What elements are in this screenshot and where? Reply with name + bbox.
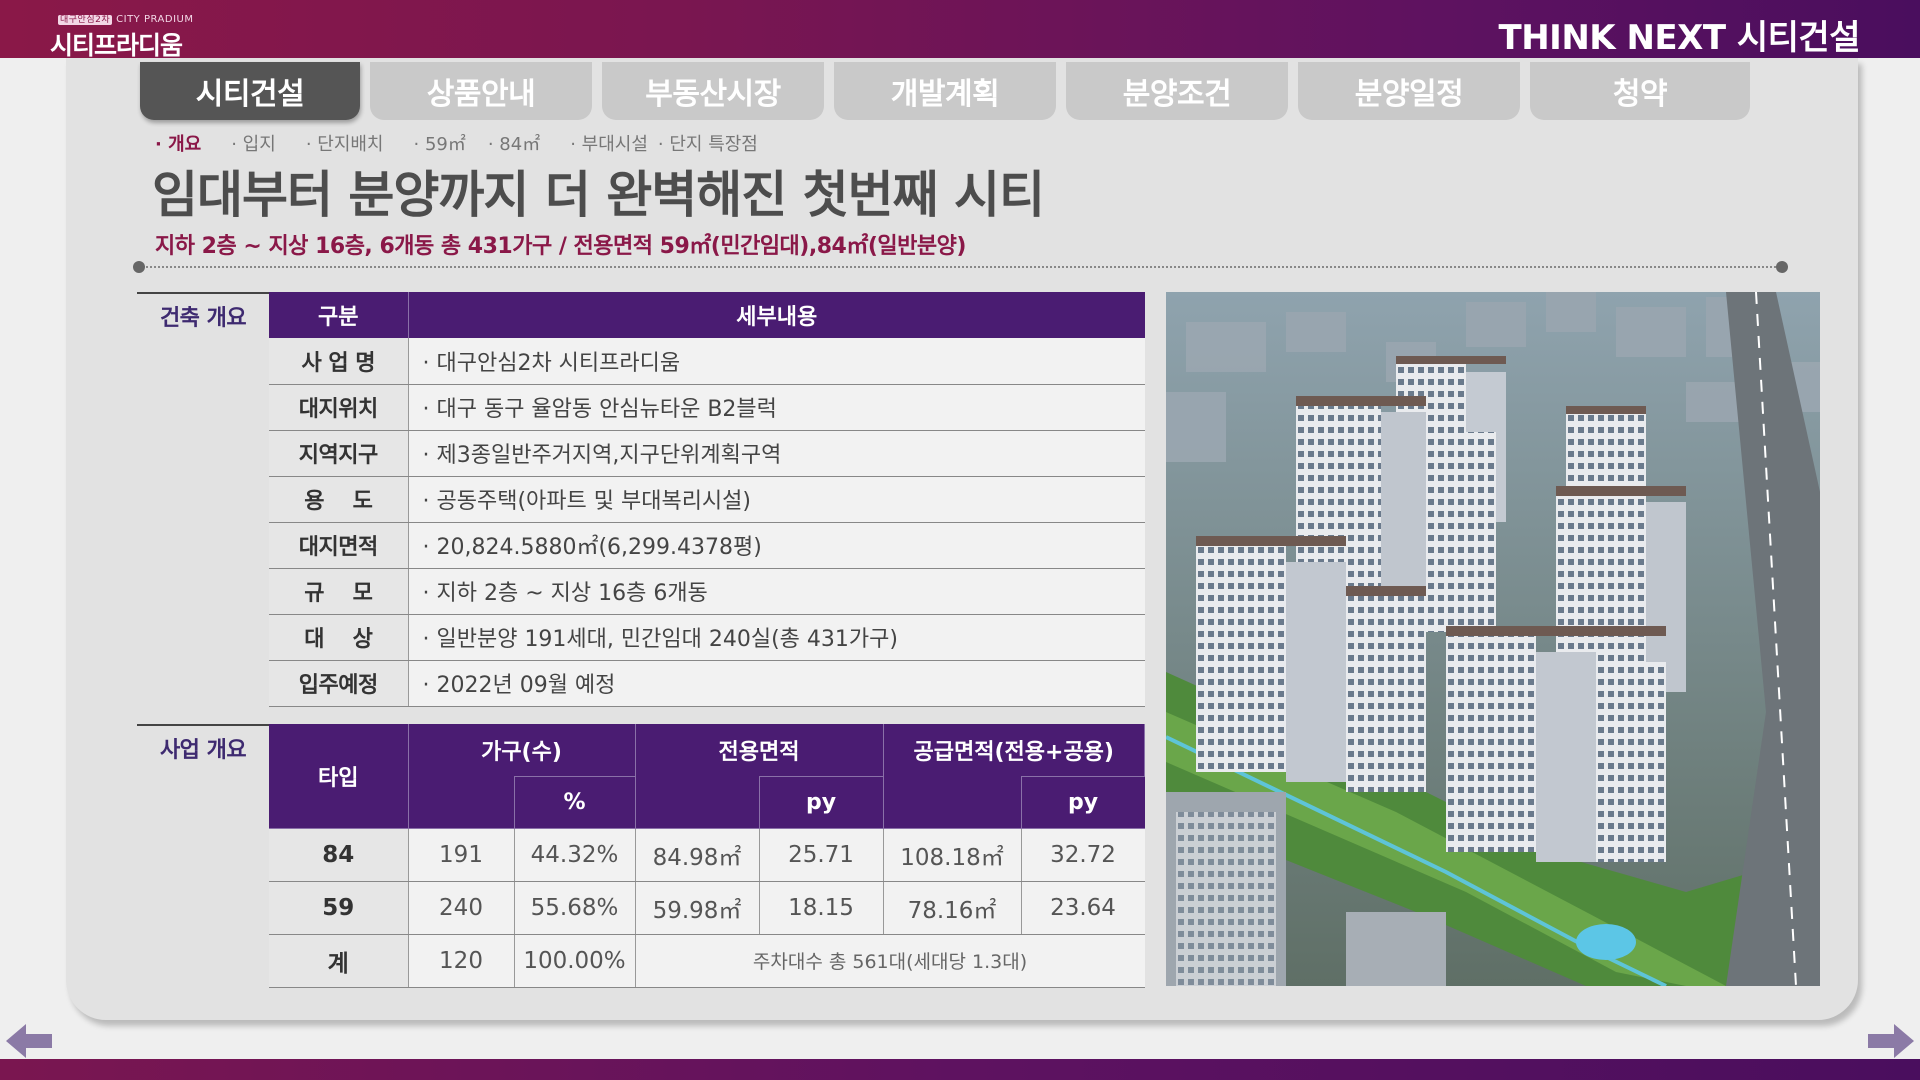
- table-row: 대지위치 · 대구 동구 율암동 안심뉴타운 B2블럭: [269, 384, 1145, 431]
- page-headline: 임대부터 분양까지 더 완벽해진 첫번째 시티: [152, 166, 1045, 224]
- header-units: 가구(수): [408, 724, 636, 776]
- row-key: 대지위치: [269, 384, 409, 431]
- prev-arrow-icon[interactable]: [6, 1022, 52, 1060]
- table-row: 84 191 44.32% 84.98㎡ 25.71 108.18㎡ 32.72: [269, 828, 1145, 882]
- subnav-location[interactable]: · 입지: [231, 130, 276, 156]
- row-key: 대지면적: [269, 522, 409, 569]
- table-row: 입주예정 · 2022년 09월 예정: [269, 660, 1145, 707]
- cell-type: 84: [269, 828, 409, 882]
- tab-sale-schedule[interactable]: 분양일정: [1298, 62, 1520, 120]
- row-value: · 대구 동구 율암동 안심뉴타운 B2블럭: [408, 384, 1145, 431]
- city-pradium-logo[interactable]: 대구안심2차 CITY PRADIUM 시티프라디움: [50, 8, 193, 60]
- row-value: · 공동주택(아파트 및 부대복리시설): [408, 476, 1145, 523]
- row-key: 규 모: [269, 568, 409, 615]
- subnav-84[interactable]: · 84㎡: [488, 130, 540, 156]
- section-label-business: 사업 개요: [137, 724, 269, 764]
- brand-slogan: THINK NEXT 시티건설: [1498, 18, 1861, 58]
- cell-percent: 55.68%: [514, 881, 636, 935]
- logo-tag: 대구안심2차: [58, 15, 113, 25]
- row-value: · 지하 2층 ~ 지상 16층 6개동: [408, 568, 1145, 615]
- subnav-features[interactable]: · 단지 특장점: [658, 130, 758, 156]
- table-row: 규 모 · 지하 2층 ~ 지상 16층 6개동: [269, 568, 1145, 615]
- header-type: 타입: [269, 724, 409, 829]
- table-row: 지역지구 · 제3종일반주거지역,지구단위계획구역: [269, 430, 1145, 477]
- subnav-layout[interactable]: · 단지배치: [306, 130, 384, 156]
- logo-main-text: 시티프라디움: [50, 31, 183, 60]
- table-row: 용 도 · 공동주택(아파트 및 부대복리시설): [269, 476, 1145, 523]
- cell-percent: 100.00%: [514, 934, 636, 988]
- page-subline: 지하 2층 ~ 지상 16층, 6개동 총 431가구 / 전용면적 59㎡(민…: [155, 234, 966, 259]
- table-row: 대 상 · 일반분양 191세대, 민간임대 240실(총 431가구): [269, 614, 1145, 661]
- next-arrow-icon[interactable]: [1868, 1022, 1914, 1060]
- subnav-59[interactable]: · 59㎡: [414, 130, 466, 156]
- cell-supply: 108.18㎡: [883, 828, 1022, 882]
- table-row: 59 240 55.68% 59.98㎡ 18.15 78.16㎡ 23.64: [269, 881, 1145, 935]
- logo-subtitle: 대구안심2차 CITY PRADIUM: [58, 12, 193, 25]
- header-blank: [635, 776, 759, 829]
- tab-city-construction[interactable]: 시티건설: [140, 62, 360, 120]
- top-header-bar: 대구안심2차 CITY PRADIUM 시티프라디움 THINK NEXT 시티건…: [0, 0, 1920, 60]
- tab-sale-conditions[interactable]: 분양조건: [1066, 62, 1288, 120]
- row-value: · 대구안심2차 시티프라디움: [408, 338, 1145, 385]
- complex-aerial-image: [1166, 292, 1820, 986]
- cell-units: 120: [408, 934, 515, 988]
- row-key: 대 상: [269, 614, 409, 661]
- row-key: 사 업 명: [269, 338, 409, 385]
- tab-development-plan[interactable]: 개발계획: [834, 62, 1056, 120]
- header-blank: [408, 776, 514, 829]
- tab-subscription[interactable]: 청약: [1530, 62, 1750, 120]
- tab-product-info[interactable]: 상품안내: [370, 62, 592, 120]
- section-label-building: 건축 개요: [137, 292, 269, 332]
- cell-type: 계: [269, 934, 409, 988]
- table-row: 대지면적 · 20,824.5880㎡(6,299.4378평): [269, 522, 1145, 569]
- row-value: · 2022년 09월 예정: [408, 660, 1145, 707]
- cell-type: 59: [269, 881, 409, 935]
- table-header-row: 타입 가구(수) 전용면적 공급면적(전용+공용): [269, 724, 1145, 829]
- cell-supply-py: 23.64: [1021, 881, 1145, 935]
- cell-exclusive-py: 25.71: [759, 828, 884, 882]
- aerial-illustration: [1166, 292, 1820, 986]
- cell-exclusive: 59.98㎡: [635, 881, 760, 935]
- divider-dot-right: [1776, 261, 1788, 273]
- row-key: 입주예정: [269, 660, 409, 707]
- header-exclusive-area: 전용면적: [635, 724, 884, 776]
- logo-small-text: CITY PRADIUM: [116, 14, 194, 25]
- row-key: 지역지구: [269, 430, 409, 477]
- header-category: 구분: [269, 292, 409, 338]
- row-value: · 20,824.5880㎡(6,299.4378평): [408, 522, 1145, 569]
- row-value: · 제3종일반주거지역,지구단위계획구역: [408, 430, 1145, 477]
- tab-real-estate-market[interactable]: 부동산시장: [602, 62, 824, 120]
- cell-supply-py: 32.72: [1021, 828, 1145, 882]
- header-blank: [883, 776, 1021, 829]
- cell-supply: 78.16㎡: [883, 881, 1022, 935]
- header-percent: %: [513, 775, 636, 829]
- header-py-supply: py: [1020, 775, 1145, 829]
- cell-percent: 44.32%: [514, 828, 636, 882]
- bottom-bar: [0, 1059, 1920, 1080]
- table-row-total: 계 120 100.00% 주차대수 총 561대(세대당 1.3대): [269, 934, 1145, 988]
- row-key: 용 도: [269, 476, 409, 523]
- main-nav-tabs: 시티건설 상품안내 부동산시장 개발계획 분양조건 분양일정 청약: [140, 62, 1750, 120]
- row-value: · 일반분양 191세대, 민간임대 240실(총 431가구): [408, 614, 1145, 661]
- cell-exclusive: 84.98㎡: [635, 828, 760, 882]
- table-row: 사 업 명 · 대구안심2차 시티프라디움: [269, 338, 1145, 385]
- sub-nav: · 개요 · 입지 · 단지배치 · 59㎡ · 84㎡ · 부대시설 · 단지…: [155, 130, 788, 156]
- table-header-row: 구분 세부내용: [269, 292, 1145, 338]
- cell-parking-note: 주차대수 총 561대(세대당 1.3대): [635, 934, 1145, 988]
- cell-units: 240: [408, 881, 515, 935]
- header-details: 세부내용: [408, 292, 1145, 338]
- cell-units: 191: [408, 828, 515, 882]
- business-overview-table: 타입 가구(수) 전용면적 공급면적(전용+공용) % py py 84 191…: [269, 724, 1145, 988]
- cell-exclusive-py: 18.15: [759, 881, 884, 935]
- subnav-overview[interactable]: · 개요: [155, 130, 201, 156]
- dotted-divider: [138, 266, 1784, 268]
- header-supply-area: 공급면적(전용+공용): [883, 724, 1145, 776]
- divider-dot-left: [133, 261, 145, 273]
- subnav-facilities[interactable]: · 부대시설: [570, 130, 648, 156]
- building-overview-table: 구분 세부내용 사 업 명 · 대구안심2차 시티프라디움 대지위치 · 대구 동구…: [269, 292, 1145, 707]
- header-py-exclusive: py: [758, 775, 884, 829]
